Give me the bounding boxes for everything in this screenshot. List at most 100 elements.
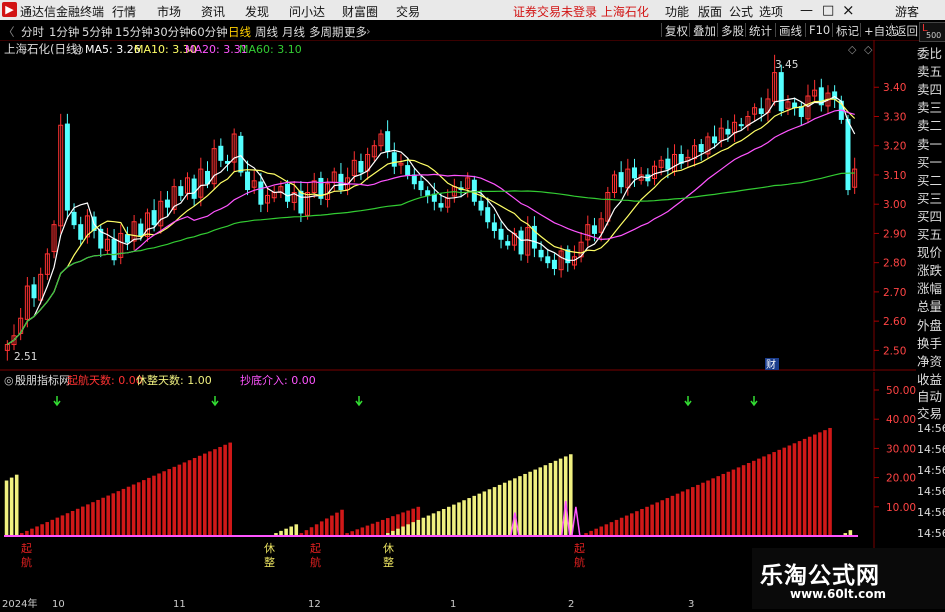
auto-trade-item[interactable]: 交易 — [917, 403, 942, 422]
indicator-bar — [675, 493, 680, 536]
login-notice[interactable]: 证券交易未登录 上海石化 — [513, 3, 649, 20]
scroll-left-icon[interactable]: 〈 — [3, 24, 15, 40]
signal-label-top: 休 — [264, 542, 275, 555]
indicator-bar — [533, 469, 537, 536]
indicator-bar — [807, 436, 812, 536]
menu-item-wealth[interactable]: 财富圈 — [342, 3, 378, 20]
candle — [478, 200, 484, 211]
side-panel-item[interactable]: 现价 — [917, 242, 942, 261]
chart-stock-name: 上海石化(日线) — [4, 42, 82, 56]
candle — [258, 181, 264, 205]
indicator-bar — [208, 451, 212, 536]
indicator-bar — [375, 521, 380, 536]
candle — [285, 183, 291, 202]
indicator-qihang-value: 起航天数: 0.00 — [67, 373, 143, 387]
indicator-bar — [116, 491, 121, 536]
indicator-bar — [818, 432, 822, 536]
menu-function[interactable]: 功能 — [665, 3, 689, 20]
chart-settings-icon[interactable]: ◇ — [848, 43, 857, 56]
indicator-bar — [462, 500, 466, 536]
chaodi-spike — [571, 506, 581, 537]
indicator-chaodi-value: 抄底介入: 0.00 — [240, 373, 316, 387]
tab-period-day[interactable]: 日线 — [228, 24, 251, 40]
statistics-button[interactable]: 统计 — [745, 23, 772, 38]
menu-item-ask[interactable]: 问小达 — [289, 3, 325, 20]
side-panel-item[interactable]: 买五 — [917, 224, 942, 243]
side-panel-item[interactable]: 买二 — [917, 170, 942, 189]
menu-item-discover[interactable]: 发现 — [245, 3, 269, 20]
indicator-bar — [35, 526, 39, 536]
indicator-bar — [655, 502, 659, 536]
indicator-bar — [447, 506, 451, 536]
side-panel-item[interactable]: 外盘 — [917, 315, 942, 334]
indicator-bar — [563, 456, 568, 536]
chevron-right-icon[interactable]: › — [366, 24, 371, 38]
tab-period-5min[interactable]: 5分钟 — [82, 24, 112, 40]
indicator-bar — [645, 506, 649, 536]
side-panel-item[interactable]: 卖四 — [917, 79, 942, 98]
side-panel-item[interactable]: 净资 — [917, 351, 942, 370]
time-axis-oct: 10 — [52, 599, 65, 609]
side-panel-item[interactable]: 涨跌 — [917, 260, 942, 279]
indicator-y-tick-label: 20.00 — [886, 473, 916, 485]
indicator-bar — [472, 495, 476, 536]
time-tick-label: 14:56 — [917, 422, 945, 435]
side-panel-item[interactable]: 买四 — [917, 206, 942, 225]
menu-formula[interactable]: 公式 — [729, 3, 753, 20]
indicator-bar — [553, 460, 558, 536]
side-panel-item[interactable]: 涨幅 — [917, 278, 942, 297]
overlay-button[interactable]: 叠加 — [689, 23, 716, 38]
l-badge[interactable]: L 500 — [919, 22, 945, 42]
minimize-button[interactable]: — — [800, 3, 813, 18]
restore-button[interactable]: □ — [822, 3, 834, 18]
chart-expand-icon[interactable]: ◇ — [864, 43, 873, 56]
candlestick-chart[interactable]: 2.50 2.60 2.70 2.80 2.90 3.00 3.10 3.20 3.30 3.40… — [0, 40, 945, 371]
price-panel[interactable]: 2.50 2.60 2.70 2.80 2.90 3.00 3.10 3.20 3.30 3.40… — [0, 40, 945, 371]
menu-layout[interactable]: 版面 — [698, 3, 722, 20]
menu-item-news[interactable]: 资讯 — [201, 3, 225, 20]
side-panel-item[interactable]: 总量 — [917, 296, 942, 315]
back-button[interactable]: 返回 — [891, 23, 918, 38]
tab-period-1min[interactable]: 1分钟 — [49, 24, 79, 40]
indicator-toggle-icon[interactable]: ◎ — [4, 374, 14, 387]
indicator-bar — [106, 495, 110, 536]
side-panel-item[interactable]: 换手 — [917, 333, 942, 352]
indicator-bar — [558, 458, 563, 536]
ma-toggle-icon[interactable]: ◎ — [74, 43, 84, 56]
restore-rights-button[interactable]: 复权 — [661, 23, 688, 38]
app-logo-icon[interactable]: ▶ — [2, 2, 17, 17]
side-panel-item[interactable]: 卖二 — [917, 115, 942, 134]
time-tick-label: 14:56 — [917, 527, 945, 540]
mark-button[interactable]: 标记 — [832, 23, 859, 38]
indicator-bar — [767, 454, 771, 536]
f10-button[interactable]: F10 — [805, 23, 830, 37]
menu-options[interactable]: 选项 — [759, 3, 783, 20]
side-panel-item[interactable]: 收益 — [917, 369, 942, 388]
time-axis-nov: 11 — [173, 599, 186, 609]
side-panel-item[interactable]: 委比 — [917, 43, 942, 62]
tab-multi-period[interactable]: 多周期 — [309, 24, 344, 40]
indicator-bar — [365, 525, 370, 536]
side-panel-item[interactable]: 卖三 — [917, 97, 942, 116]
side-panel-item[interactable]: 买三 — [917, 188, 942, 207]
tab-period-fenshi[interactable]: 分时 — [21, 24, 44, 40]
guest-account[interactable]: 游客 — [895, 3, 919, 20]
side-panel-item[interactable]: 买一 — [917, 152, 942, 171]
menu-item-quotes[interactable]: 行情 — [112, 3, 136, 20]
side-panel-item[interactable]: 卖一 — [917, 134, 942, 153]
tab-period-30min[interactable]: 30分钟 — [153, 24, 191, 40]
multi-stock-button[interactable]: 多股 — [717, 23, 744, 38]
tab-more[interactable]: 更多 — [344, 24, 367, 40]
draw-line-button[interactable]: 画线 — [775, 23, 802, 38]
indicator-bar — [284, 528, 288, 536]
tab-period-month[interactable]: 月线 — [282, 24, 305, 40]
tab-period-week[interactable]: 周线 — [255, 24, 278, 40]
indicator-bar — [401, 526, 405, 536]
menu-item-trade[interactable]: 交易 — [396, 3, 420, 20]
tab-period-15min[interactable]: 15分钟 — [115, 24, 153, 40]
menu-item-market[interactable]: 市场 — [157, 3, 181, 20]
tab-period-60min[interactable]: 60分钟 — [190, 24, 228, 40]
y-tick-label: 3.30 — [883, 111, 906, 123]
close-button[interactable]: × — [842, 1, 855, 19]
side-panel-item[interactable]: 卖五 — [917, 61, 942, 80]
